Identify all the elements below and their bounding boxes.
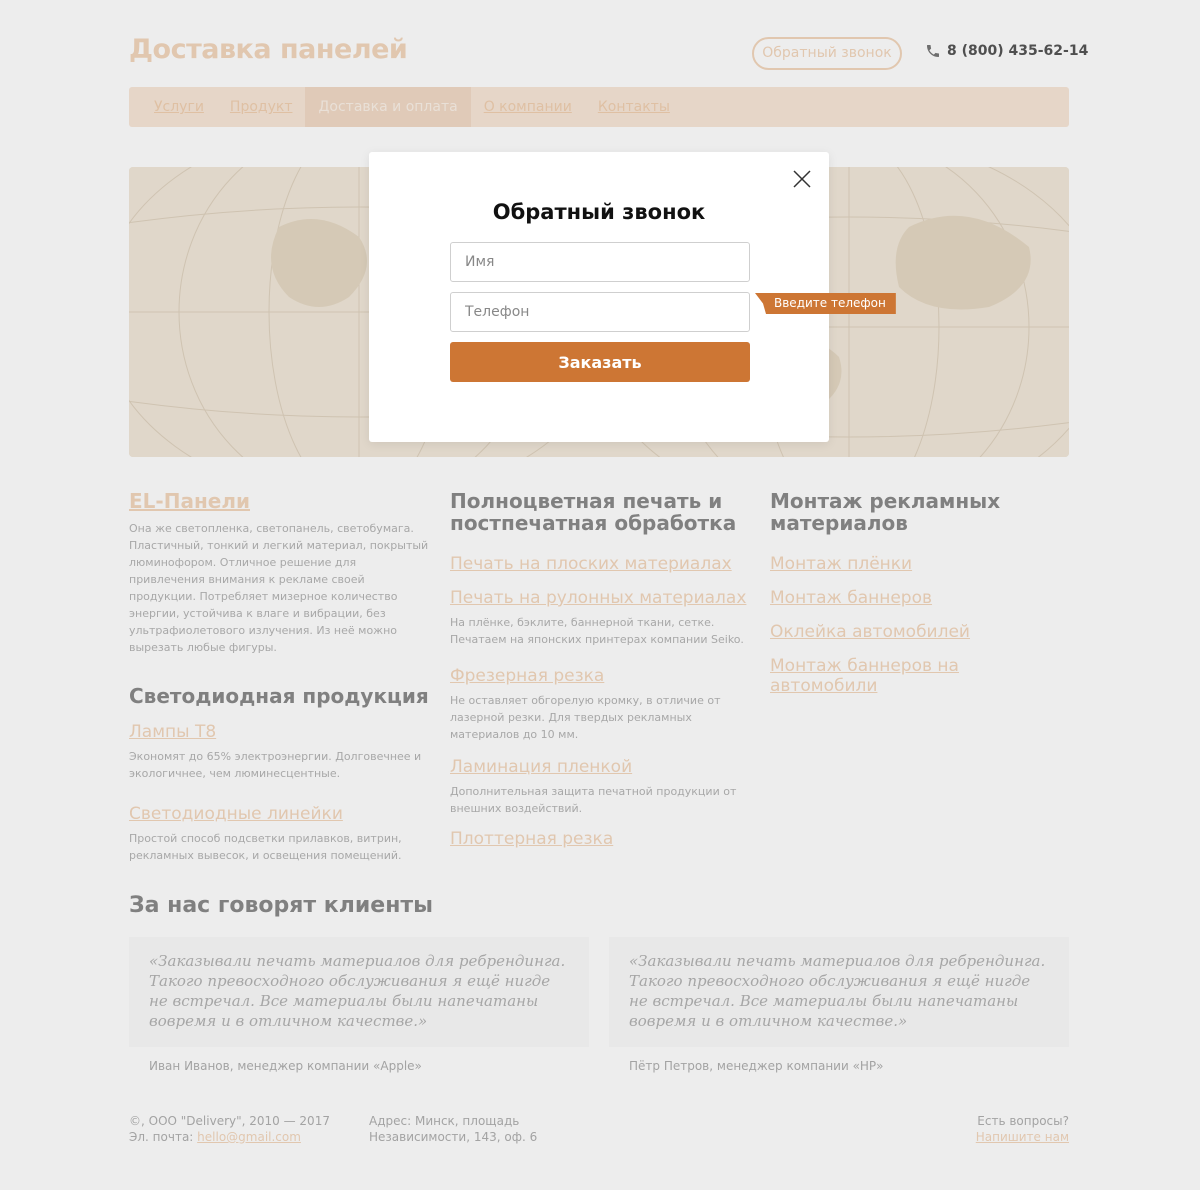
modal-title: Обратный звонок xyxy=(492,200,706,224)
phone-error-tooltip: Введите телефон xyxy=(755,293,896,314)
page: Доставка панелей Обратный звонок 8 (800)… xyxy=(0,0,1200,1190)
name-input[interactable] xyxy=(450,242,750,282)
order-button[interactable]: Заказать xyxy=(450,342,750,382)
phone-input[interactable] xyxy=(450,292,750,332)
close-icon[interactable] xyxy=(793,170,811,188)
